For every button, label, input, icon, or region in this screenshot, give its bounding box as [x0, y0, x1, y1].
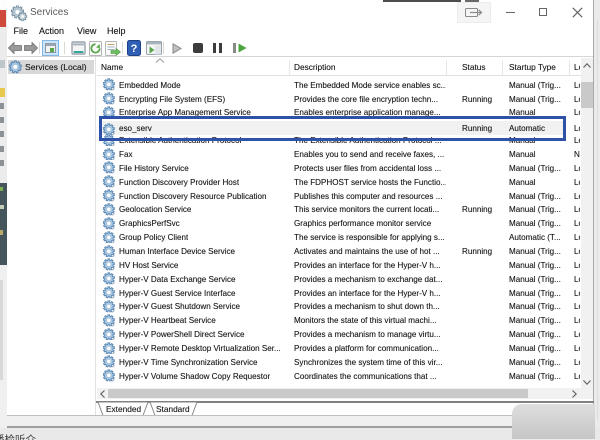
svg-text:?: ?: [131, 43, 138, 55]
